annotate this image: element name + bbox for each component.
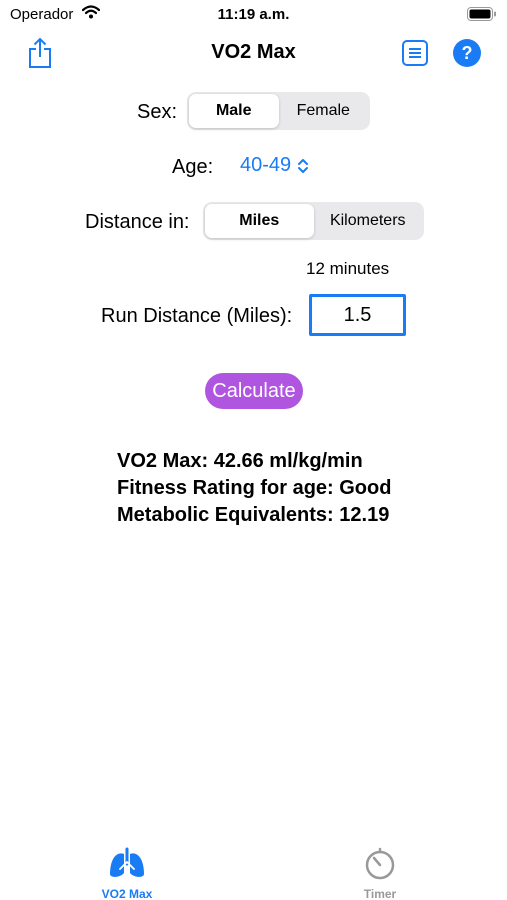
tab-vo2-max[interactable]: VO2 Max (77, 846, 177, 900)
sex-option-male[interactable]: Male (189, 94, 279, 128)
run-distance-label: Run Distance (Miles): (101, 305, 293, 327)
navigation-bar: VO2 Max ? (0, 28, 507, 78)
unit-option-kilometers[interactable]: Kilometers (314, 204, 423, 238)
fitness-rating-result: Fitness Rating for age: Good (117, 477, 392, 499)
lungs-icon (110, 847, 144, 877)
tab-vo2-max-label: VO2 Max (101, 887, 153, 900)
run-time-text: 12 minutes (306, 259, 390, 278)
status-bar: Operador 11:19 a.m. (0, 0, 507, 28)
age-picker[interactable]: 40-49 (240, 154, 309, 177)
page-title: VO2 Max (211, 41, 296, 63)
question-mark-icon: ? (461, 43, 473, 63)
tab-timer-label: Timer (363, 887, 397, 900)
battery-icon (467, 7, 497, 26)
distance-unit-segmented-control: Miles Kilometers (203, 202, 424, 240)
timer-icon (365, 847, 395, 880)
sex-segmented-control: Male Female (187, 92, 370, 130)
status-time: 11:19 a.m. (217, 6, 290, 23)
chevron-up-down-icon (298, 158, 309, 173)
results-block: VO2 Max: 42.66 ml/kg/min Fitness Rating … (117, 448, 391, 529)
age-value: 40-49 (240, 154, 292, 176)
sex-option-female[interactable]: Female (279, 94, 369, 128)
age-label: Age: (172, 156, 214, 178)
notes-button[interactable] (402, 40, 428, 66)
tab-bar: VO2 Max Timer (0, 840, 507, 900)
unit-option-miles[interactable]: Miles (205, 204, 314, 238)
distance-unit-label: Distance in: (85, 211, 190, 233)
help-button[interactable]: ? (453, 39, 481, 67)
sex-label: Sex: (137, 101, 178, 123)
metabolic-equivalents-result: Metabolic Equivalents: 12.19 (117, 504, 390, 526)
run-distance-input[interactable]: 1.5 (309, 294, 406, 336)
vo2-max-result: VO2 Max: 42.66 ml/kg/min (117, 450, 363, 472)
list-icon (402, 40, 428, 66)
tab-timer[interactable]: Timer (330, 846, 430, 900)
calculate-button[interactable]: Calculate (205, 373, 303, 409)
